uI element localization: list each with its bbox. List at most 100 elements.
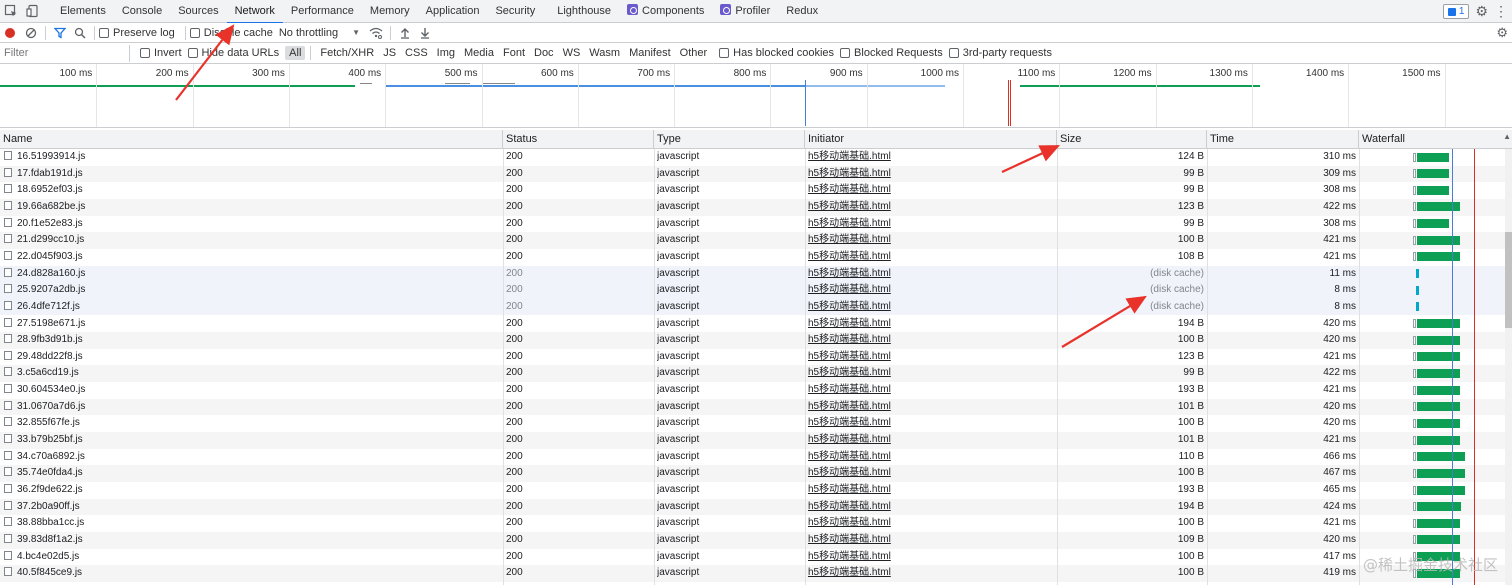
column-header-name[interactable]: Name bbox=[0, 130, 503, 149]
table-row[interactable]: 21.d299cc10.js 200 javascript h5移动端基础.html 1… bbox=[0, 232, 1505, 249]
table-row[interactable]: 39.83d8f1a2.js 200 javascript h5移动端基础.html 1… bbox=[0, 531, 1505, 549]
table-row[interactable]: 3.c5a6cd19.js 200 javascript h5移动端基础.html 99… bbox=[0, 365, 1505, 383]
column-header-status[interactable]: Status bbox=[503, 130, 654, 149]
request-initiator[interactable]: h5移动端基础.html bbox=[808, 465, 1048, 482]
table-row[interactable]: 38.88bba1cc.js 200 javascript h5移动端基础.html 1… bbox=[0, 515, 1505, 532]
request-initiator[interactable]: h5移动端基础.html bbox=[808, 232, 1048, 249]
tab-components[interactable]: Components bbox=[619, 0, 712, 23]
request-initiator[interactable]: h5移动端基础.html bbox=[808, 549, 1048, 566]
network-conditions-icon[interactable] bbox=[366, 23, 386, 43]
request-initiator[interactable]: h5移动端基础.html bbox=[808, 565, 1048, 582]
throttling-select[interactable]: No throttling ▼ bbox=[279, 27, 360, 39]
table-row[interactable]: 16.51993914.js 200 javascript h5移动端基础.html 1… bbox=[0, 149, 1505, 166]
export-har-icon[interactable] bbox=[415, 23, 435, 43]
request-initiator[interactable]: h5移动端基础.html bbox=[808, 266, 1048, 283]
type-filter-other[interactable]: Other bbox=[676, 46, 712, 60]
table-row[interactable]: 24.d828a160.js 200 javascript h5移动端基础.html (… bbox=[0, 265, 1505, 283]
table-row[interactable]: 32.855f67fe.js 200 javascript h5移动端基础.html 1… bbox=[0, 415, 1505, 432]
tab-memory[interactable]: Memory bbox=[362, 0, 418, 23]
table-row[interactable]: 37.2b0a90ff.js 200 javascript h5移动端基础.html 1… bbox=[0, 498, 1505, 516]
tab-lighthouse[interactable]: Lighthouse bbox=[549, 0, 619, 23]
table-row[interactable]: 22.d045f903.js 200 javascript h5移动端基础.html 1… bbox=[0, 249, 1505, 266]
type-filter-media[interactable]: Media bbox=[460, 46, 498, 60]
request-initiator[interactable]: h5移动端基础.html bbox=[808, 282, 1048, 299]
type-filter-font[interactable]: Font bbox=[499, 46, 529, 60]
table-row[interactable]: 27.5198e671.js 200 javascript h5移动端基础.html 1… bbox=[0, 316, 1505, 333]
type-filter-doc[interactable]: Doc bbox=[530, 46, 558, 60]
table-row[interactable]: 29.48dd22f8.js 200 javascript h5移动端基础.html 1… bbox=[0, 349, 1505, 366]
tab-profiler[interactable]: Profiler bbox=[712, 0, 778, 23]
tab-console[interactable]: Console bbox=[114, 0, 170, 23]
blocked-requests-checkbox[interactable]: Blocked Requests bbox=[840, 47, 943, 59]
column-header-waterfall[interactable]: Waterfall bbox=[1359, 130, 1512, 149]
request-initiator[interactable]: h5移动端基础.html bbox=[808, 532, 1048, 549]
column-header-initiator[interactable]: Initiator bbox=[805, 130, 1057, 149]
request-initiator[interactable]: h5移动端基础.html bbox=[808, 399, 1048, 416]
request-initiator[interactable]: h5移动端基础.html bbox=[808, 299, 1048, 316]
more-options-icon[interactable]: ⋮ bbox=[1494, 3, 1508, 20]
scrollbar-track[interactable] bbox=[1505, 149, 1512, 585]
request-initiator[interactable]: h5移动端基础.html bbox=[808, 365, 1048, 382]
type-filter-css[interactable]: CSS bbox=[401, 46, 432, 60]
checkbox-box[interactable] bbox=[948, 48, 959, 58]
disable-cache-checkbox[interactable]: Disable cache bbox=[189, 27, 273, 39]
table-row[interactable]: 36.2f9de622.js 200 javascript h5移动端基础.html 1… bbox=[0, 482, 1505, 499]
network-overview-timeline[interactable]: 100 ms 200 ms 300 ms 400 ms 500 ms 600 ms 700 … bbox=[0, 64, 1512, 128]
table-row[interactable]: 40.5f845ce9.js 200 javascript h5移动端基础.html 1… bbox=[0, 565, 1505, 582]
settings-gear-icon[interactable]: ⚙ bbox=[1475, 3, 1488, 20]
request-initiator[interactable]: h5移动端基础.html bbox=[808, 332, 1048, 349]
type-filter-all[interactable]: All bbox=[285, 46, 306, 60]
request-initiator[interactable]: h5移动端基础.html bbox=[808, 449, 1048, 466]
tab-performance[interactable]: Performance bbox=[283, 0, 362, 23]
tab-sources[interactable]: Sources bbox=[170, 0, 226, 23]
tab-network[interactable]: Network bbox=[226, 0, 284, 24]
table-row[interactable]: 28.9fb3d91b.js 200 javascript h5移动端基础.html 1… bbox=[0, 332, 1505, 349]
checkbox-box[interactable] bbox=[719, 48, 730, 58]
table-row[interactable]: 4.bc4e02d5.js 200 javascript h5移动端基础.html 10… bbox=[0, 549, 1505, 566]
request-initiator[interactable]: h5移动端基础.html bbox=[808, 249, 1048, 266]
request-initiator[interactable]: h5移动端基础.html bbox=[808, 182, 1048, 199]
issues-counter[interactable]: 1 bbox=[1442, 4, 1470, 19]
table-row[interactable]: 26.4dfe712f.js 200 javascript h5移动端基础.html (… bbox=[0, 298, 1505, 316]
request-initiator[interactable]: h5移动端基础.html bbox=[808, 515, 1048, 532]
request-initiator[interactable]: h5移动端基础.html bbox=[808, 415, 1048, 432]
import-har-icon[interactable] bbox=[395, 23, 415, 43]
table-row[interactable]: 17.fdab191d.js 200 javascript h5移动端基础.html 9… bbox=[0, 165, 1505, 183]
type-filter-wasm[interactable]: Wasm bbox=[585, 46, 624, 60]
request-initiator[interactable]: h5移动端基础.html bbox=[808, 316, 1048, 333]
scrollbar-thumb[interactable] bbox=[1505, 232, 1512, 328]
request-initiator[interactable]: h5移动端基础.html bbox=[808, 349, 1048, 366]
tab-application[interactable]: Application bbox=[418, 0, 488, 23]
preserve-log-checkbox[interactable]: Preserve log bbox=[99, 27, 175, 39]
table-row[interactable]: 31.0670a7d6.js 200 javascript h5移动端基础.html 1… bbox=[0, 398, 1505, 416]
table-row[interactable]: 25.9207a2db.js 200 javascript h5移动端基础.html (… bbox=[0, 282, 1505, 299]
filter-input[interactable] bbox=[0, 44, 130, 62]
table-row[interactable]: 34.c70a6892.js 200 javascript h5移动端基础.html 1… bbox=[0, 449, 1505, 466]
type-filter-ws[interactable]: WS bbox=[559, 46, 585, 60]
clear-icon[interactable] bbox=[21, 23, 41, 43]
type-filter-img[interactable]: Img bbox=[433, 46, 459, 60]
request-initiator[interactable]: h5移动端基础.html bbox=[808, 482, 1048, 499]
hide-data-urls-checkbox[interactable]: Hide data URLs bbox=[187, 47, 279, 59]
table-row[interactable]: 19.66a682be.js 200 javascript h5移动端基础.html 1… bbox=[0, 198, 1505, 216]
search-icon[interactable] bbox=[70, 23, 90, 43]
request-initiator[interactable]: h5移动端基础.html bbox=[808, 432, 1048, 449]
filter-icon[interactable] bbox=[50, 23, 70, 43]
checkbox-box[interactable] bbox=[189, 27, 200, 38]
checkbox-box[interactable] bbox=[140, 48, 150, 58]
inspect-element-icon[interactable] bbox=[0, 0, 22, 22]
request-initiator[interactable]: h5移动端基础.html bbox=[808, 382, 1048, 399]
column-header-type[interactable]: Type bbox=[654, 130, 805, 149]
invert-checkbox[interactable]: Invert bbox=[140, 47, 182, 59]
record-button[interactable] bbox=[5, 27, 15, 38]
tab-security[interactable]: Security bbox=[487, 0, 543, 23]
table-row[interactable]: 33.b79b25bf.js 200 javascript h5移动端基础.html 1… bbox=[0, 432, 1505, 449]
checkbox-box[interactable] bbox=[840, 48, 851, 58]
request-initiator[interactable]: h5移动端基础.html bbox=[808, 149, 1048, 166]
type-filter-manifest[interactable]: Manifest bbox=[625, 46, 675, 60]
column-header-size[interactable]: Size bbox=[1057, 130, 1207, 149]
blocked-cookies-checkbox[interactable]: Has blocked cookies bbox=[719, 47, 834, 59]
request-initiator[interactable]: h5移动端基础.html bbox=[808, 499, 1048, 516]
sort-ascending-icon[interactable]: ▲ bbox=[1503, 132, 1511, 141]
table-row[interactable]: 30.604534e0.js 200 javascript h5移动端基础.html 1… bbox=[0, 382, 1505, 399]
